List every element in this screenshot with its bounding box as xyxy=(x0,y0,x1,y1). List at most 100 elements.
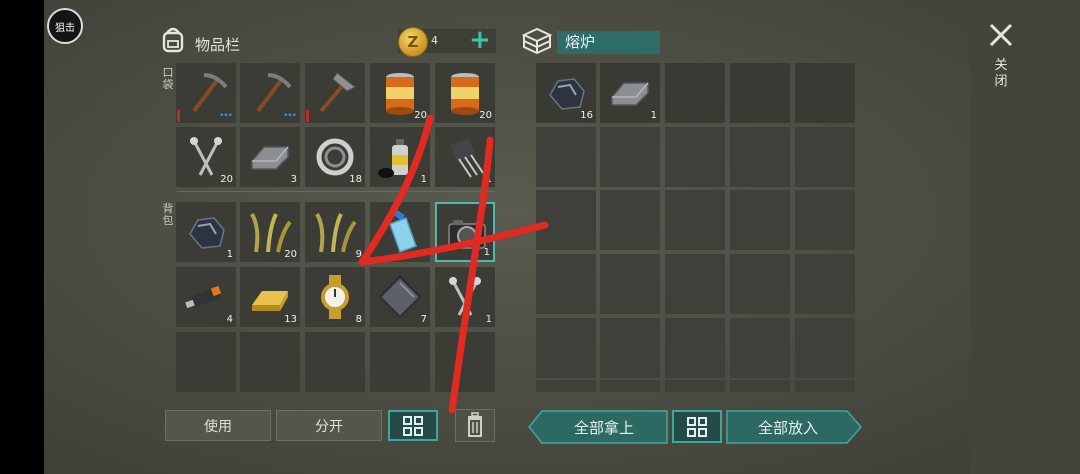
coin-icon: Z xyxy=(398,27,428,57)
backpack-slot[interactable] xyxy=(176,332,236,392)
pocket-slot[interactable]: ••• xyxy=(240,63,300,123)
backpack-slot[interactable]: 20 xyxy=(240,202,300,262)
furnace-slot[interactable] xyxy=(665,127,725,187)
pocket-slot[interactable]: 18 xyxy=(305,127,365,187)
furnace-slot[interactable] xyxy=(600,380,660,392)
furnace-slot[interactable] xyxy=(730,63,790,123)
furnace-slot[interactable] xyxy=(600,190,660,250)
backpack-slot[interactable] xyxy=(370,332,430,392)
item-count: 1 xyxy=(485,174,492,185)
durability-bar xyxy=(177,110,180,122)
use-button[interactable]: 使用 xyxy=(165,410,271,441)
pickaxe-icon xyxy=(256,73,292,113)
usb-stick-icon xyxy=(185,285,222,309)
trash-icon xyxy=(468,412,482,437)
furnace-slot[interactable] xyxy=(730,380,790,392)
backpack-slot[interactable] xyxy=(305,332,365,392)
backpack-slot[interactable]: 1 xyxy=(435,267,495,327)
pocket-slot[interactable]: 20 xyxy=(176,127,236,187)
put-all-button[interactable]: 全部放入 xyxy=(726,410,850,444)
furnace-sort-button[interactable] xyxy=(672,410,722,443)
sniper-button[interactable]: 狙击 xyxy=(47,8,83,44)
backpack-slot[interactable]: 13 xyxy=(240,267,300,327)
wristwatch-icon xyxy=(321,275,349,319)
item-count: 20 xyxy=(479,110,492,121)
durability-bar xyxy=(306,110,309,122)
close-icon[interactable] xyxy=(987,21,1015,49)
furnace-slot[interactable] xyxy=(600,254,660,314)
pocket-slot[interactable]: ••• xyxy=(176,63,236,123)
furnace-slot[interactable] xyxy=(730,127,790,187)
backpack-slot[interactable]: 9 xyxy=(305,202,365,262)
item-count: 1 xyxy=(650,110,657,121)
backpack-slot[interactable] xyxy=(370,202,430,262)
pocket-slot[interactable] xyxy=(305,63,365,123)
backpack-icon xyxy=(162,27,184,53)
screen: 狙击 物品栏 Z 4 + 口袋 背包 ••• ••• 20 20 20 3 18 1 1 1 20 9… xyxy=(0,0,1080,474)
furnace-title: 熔炉 xyxy=(557,31,660,54)
furnace-slot[interactable] xyxy=(795,380,855,392)
backpack-slot[interactable] xyxy=(240,332,300,392)
furnace-slot[interactable] xyxy=(795,63,855,123)
add-coins-button[interactable]: + xyxy=(469,26,491,54)
pickaxe-icon xyxy=(192,73,228,113)
item-count: 13 xyxy=(284,314,297,325)
pocket-slot[interactable]: 1 xyxy=(435,127,495,187)
furnace-slot[interactable] xyxy=(730,318,790,378)
coin-bar: Z 4 + xyxy=(398,26,496,57)
trash-button[interactable] xyxy=(455,409,495,442)
item-count: 20 xyxy=(414,110,427,121)
inventory-title: 物品栏 xyxy=(195,36,241,54)
furnace-slot[interactable] xyxy=(536,254,596,314)
item-count: 16 xyxy=(580,110,593,121)
furnace-slot[interactable]: 1 xyxy=(600,63,660,123)
furnace-slot[interactable]: 16 xyxy=(536,63,596,123)
take-all-button[interactable]: 全部拿上 xyxy=(540,410,668,444)
grid-icon xyxy=(687,416,707,437)
furnace-slot[interactable] xyxy=(795,318,855,378)
furnace-slot[interactable] xyxy=(536,318,596,378)
backpack-slot[interactable]: 1 xyxy=(176,202,236,262)
furnace-icon xyxy=(521,27,553,55)
item-count: 9 xyxy=(355,249,362,260)
ammo-dots: ••• xyxy=(283,111,297,121)
furnace-slot[interactable] xyxy=(665,318,725,378)
coal-icon xyxy=(189,217,225,249)
coin-amount: 4 xyxy=(431,34,438,47)
furnace-slot[interactable] xyxy=(536,127,596,187)
furnace-slot[interactable] xyxy=(795,190,855,250)
backpack-slot[interactable]: 1 xyxy=(435,202,495,262)
transistor-icon xyxy=(450,138,484,178)
backpack-slot[interactable]: 7 xyxy=(370,267,430,327)
backpack-label: 背包 xyxy=(162,202,174,227)
pocket-slot[interactable]: 3 xyxy=(240,127,300,187)
backpack-slot[interactable]: 4 xyxy=(176,267,236,327)
backpack-slot[interactable]: 8 xyxy=(305,267,365,327)
item-count: 1 xyxy=(226,249,233,260)
furnace-slot[interactable] xyxy=(536,380,596,392)
close-label[interactable]: 关闭 xyxy=(994,58,1008,90)
pocket-slot[interactable]: 1 xyxy=(370,127,430,187)
furnace-slot[interactable] xyxy=(665,254,725,314)
furnace-slot[interactable] xyxy=(600,318,660,378)
right-panel xyxy=(970,0,1080,474)
furnace-slot[interactable] xyxy=(665,380,725,392)
furnace-slot[interactable] xyxy=(730,190,790,250)
sort-grid-button[interactable] xyxy=(388,410,438,441)
pocket-slot[interactable]: 20 xyxy=(435,63,495,123)
split-button[interactable]: 分开 xyxy=(276,410,382,441)
item-count: 7 xyxy=(420,314,427,325)
water-bottle-icon xyxy=(389,209,417,253)
backpack-slot[interactable] xyxy=(435,332,495,392)
furnace-slot[interactable] xyxy=(665,63,725,123)
furnace-slot[interactable] xyxy=(730,254,790,314)
item-count: 1 xyxy=(485,314,492,325)
furnace-slot[interactable] xyxy=(795,254,855,314)
furnace-slot[interactable] xyxy=(665,190,725,250)
nails-icon xyxy=(449,277,481,316)
spray-paint-icon xyxy=(378,139,408,178)
furnace-slot[interactable] xyxy=(536,190,596,250)
furnace-slot[interactable] xyxy=(600,127,660,187)
furnace-slot[interactable] xyxy=(795,127,855,187)
pocket-slot[interactable]: 20 xyxy=(370,63,430,123)
